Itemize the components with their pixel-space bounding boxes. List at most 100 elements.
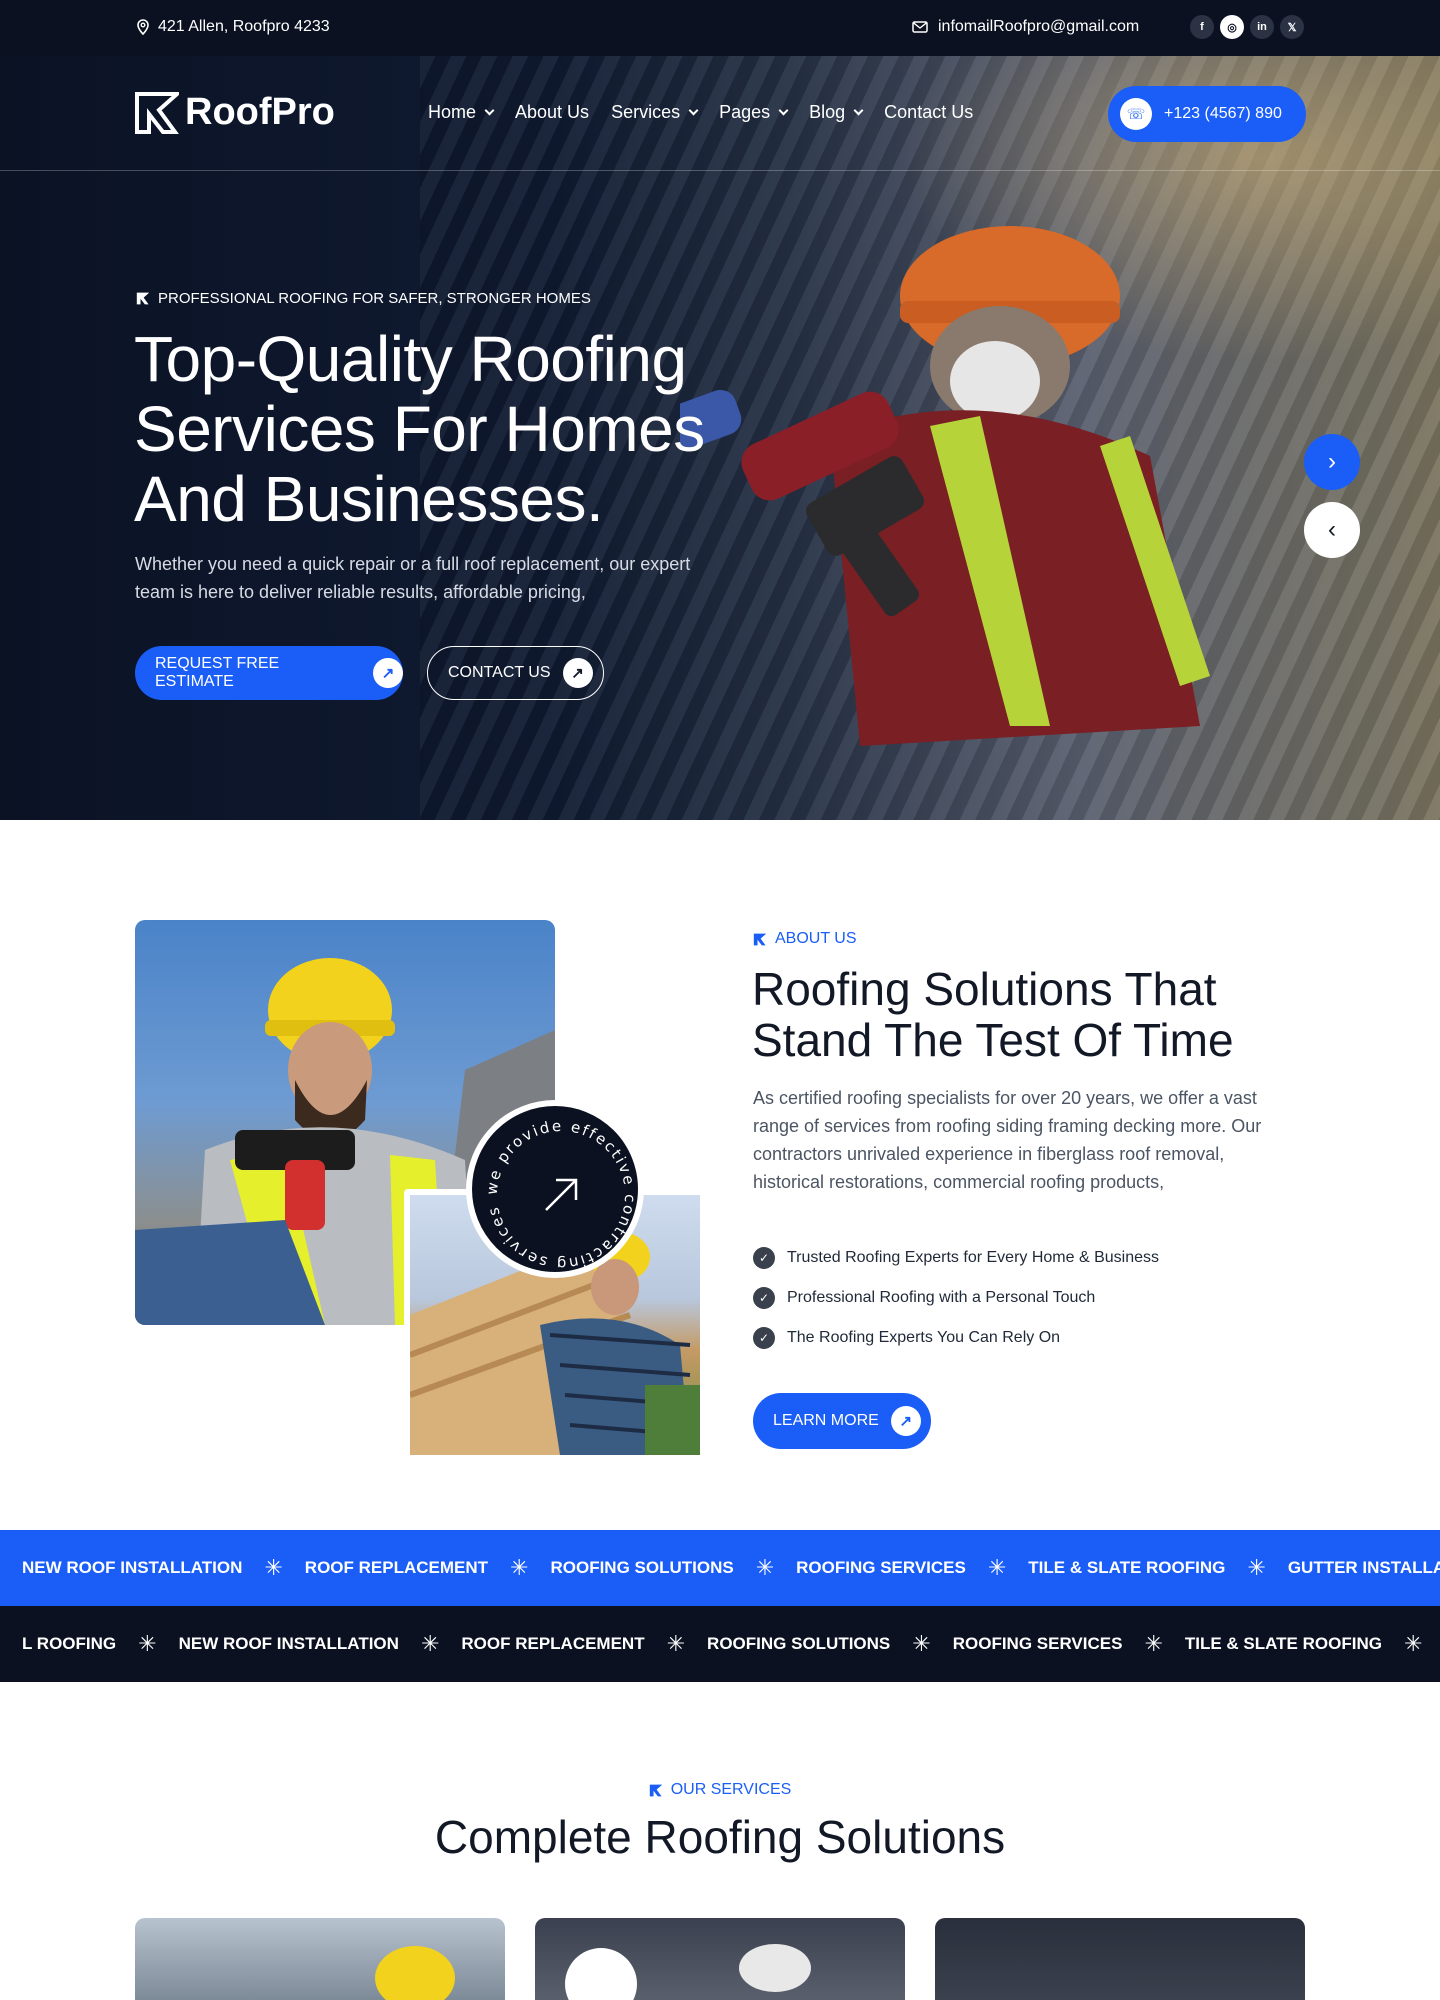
request-estimate-label: REQUEST FREE ESTIMATE — [155, 655, 280, 690]
checklist-label: Professional Roofing with a Personal Tou… — [787, 1289, 1096, 1306]
services-title: Complete Roofing Solutions — [434, 1811, 1006, 1863]
nav-menu: Home About Us Services Pages Blog Contact Us — [428, 102, 973, 123]
check-icon: ✓ — [753, 1247, 775, 1269]
service-card[interactable] — [535, 1918, 905, 2000]
nav-item-label: Services — [611, 102, 681, 122]
contact-us-label: CONTACT US — [448, 664, 551, 681]
service-image — [375, 1946, 455, 2000]
learn-more-label: LEARN MORE — [773, 1412, 879, 1429]
checklist-item: ✓ Professional Roofing with a Personal To… — [753, 1287, 1159, 1309]
main-nav: RoofPro Home About Us Services Pages Blog Con… — [0, 56, 1440, 171]
marquee-row-2: L ROOFING ✳ NEW ROOF INSTALLATION ✳ ROOF REP… — [0, 1606, 1440, 1682]
service-image — [739, 1944, 811, 1992]
address: 421 Allen, Roofpro 4233 — [136, 18, 330, 36]
nav-item-pages[interactable]: Pages — [719, 102, 789, 123]
nav-item-label: Pages — [719, 102, 771, 122]
nav-item-services[interactable]: Services — [611, 102, 699, 123]
asterisk-icon: ✳ — [987, 1555, 1007, 1580]
nav-item-about-us[interactable]: About Us — [515, 102, 589, 123]
asterisk-icon: ✳ — [420, 1631, 440, 1656]
logo-mark-icon — [753, 933, 767, 945]
phone-icon: ☏ — [1120, 98, 1152, 130]
nav-item-label: Contact Us — [884, 102, 974, 122]
top-bar: 421 Allen, Roofpro 4233 infomailRoofpro@… — [0, 0, 1440, 56]
nav-item-label: About Us — [515, 102, 590, 122]
worker-image — [680, 226, 1210, 746]
contact-us-button[interactable]: CONTACT US ↗ — [427, 646, 604, 700]
about-kicker-text: ABOUT US — [775, 930, 857, 947]
nav-item-contact-us[interactable]: Contact Us — [884, 102, 973, 123]
hero-section: RoofPro Home About Us Services Pages Blog Con… — [0, 56, 1440, 820]
marquee-row-1: NEW ROOF INSTALLATION ✳ ROOF REPLACEMENT ✳ R… — [0, 1530, 1440, 1606]
marquee-item: ROOFING SERVICES — [952, 1634, 1123, 1653]
asterisk-icon: ✳ — [912, 1631, 931, 1656]
logo-text: RoofPro — [185, 91, 335, 133]
facebook-icon[interactable]: f — [1190, 15, 1214, 39]
marquee-item: GUTTER INSTALLATION — [1287, 1558, 1440, 1577]
x-icon[interactable]: 𝕏 — [1280, 15, 1304, 39]
email-text[interactable]: infomailRoofpro@gmail.com — [938, 18, 1139, 36]
service-card[interactable] — [135, 1918, 505, 2000]
marquee-item: TILE & SLATE ROOFING — [1184, 1634, 1382, 1653]
email[interactable]: infomailRoofpro@gmail.com — [912, 18, 1139, 36]
chevron-right-icon: › — [1328, 448, 1336, 475]
chevron-down-icon — [778, 105, 789, 115]
marquee-item: ROOF REPLACEMENT — [304, 1558, 489, 1577]
hero-subtitle: Whether you need a quick repair or a ful… — [135, 554, 691, 602]
arrow-up-right-icon: ↗ — [890, 1406, 921, 1436]
mail-icon — [912, 21, 928, 33]
about-kicker: ABOUT US — [753, 930, 857, 948]
logo[interactable]: RoofPro — [135, 91, 335, 134]
asterisk-icon: ✳ — [264, 1555, 283, 1580]
slider-next-button[interactable]: › — [1304, 434, 1360, 490]
address-text: 421 Allen, Roofpro 4233 — [158, 18, 330, 35]
logo-mark-icon — [649, 1784, 662, 1796]
arrow-up-right-icon: ↗ — [373, 658, 403, 688]
linkedin-icon[interactable]: in — [1250, 15, 1274, 39]
nav-item-label: Home — [428, 102, 477, 122]
checklist-label: Trusted Roofing Experts for Every Home &… — [787, 1249, 1159, 1266]
chevron-down-icon — [688, 105, 699, 115]
location-pin-icon — [137, 19, 149, 35]
marquee-item: ROOFING SOLUTIONS — [707, 1634, 891, 1653]
hero-kicker-text: PROFESSIONAL ROOFING FOR SAFER, STRONGER… — [158, 290, 591, 307]
asterisk-icon: ✳ — [1144, 1631, 1163, 1656]
asterisk-icon: ✳ — [510, 1555, 529, 1580]
nav-item-home[interactable]: Home — [428, 102, 495, 123]
check-icon: ✓ — [753, 1327, 775, 1349]
chevron-down-icon — [484, 105, 495, 115]
checklist-item: ✓ The Roofing Experts You Can Rely On — [753, 1327, 1159, 1349]
marquee-item: ROOFING SOLUTIONS — [550, 1558, 734, 1577]
slider-prev-button[interactable]: ‹ — [1304, 502, 1360, 558]
request-estimate-button[interactable]: REQUEST FREE ESTIMATE ↗ — [135, 646, 403, 700]
about-checklist: ✓ Trusted Roofing Experts for Every Home … — [753, 1247, 1159, 1349]
service-card[interactable] — [935, 1918, 1305, 2000]
marquee-item: ROOFING SERVICES — [796, 1558, 966, 1577]
svg-text:we provide effective contracti: we provide effective contracting service… — [472, 1106, 639, 1273]
logo-mark-icon — [136, 292, 150, 305]
marquee-item: NEW ROOF INSTALLATION — [178, 1634, 399, 1653]
arrow-up-right-icon — [545, 1178, 578, 1211]
asterisk-icon: ✳ — [666, 1631, 686, 1656]
rotating-text-badge: we provide effective contracting service… — [464, 1092, 639, 1273]
services-kicker-text: OUR SERVICES — [670, 1781, 792, 1798]
nav-item-blog[interactable]: Blog — [809, 102, 864, 123]
chevron-down-icon — [853, 105, 864, 115]
marquee-item: NEW ROOF INSTALLATION — [22, 1558, 243, 1577]
social-links: f ◎ in 𝕏 — [1190, 15, 1304, 39]
arrow-up-right-icon: ↗ — [562, 658, 593, 688]
phone-button[interactable]: ☏ +123 (4567) 890 — [1108, 86, 1306, 142]
check-icon: ✓ — [753, 1287, 775, 1309]
checklist-item: ✓ Trusted Roofing Experts for Every Home … — [753, 1247, 1159, 1269]
services-badge: we provide effective contracting service… — [464, 1092, 644, 1278]
marquee-item: L ROOFING — [22, 1634, 117, 1653]
about-title: Roofing Solutions That Stand The Test Of… — [752, 963, 1234, 1066]
marquee-item: ROOF REPLACEMENT — [461, 1634, 645, 1653]
phone-number: +123 (4567) 890 — [1164, 105, 1282, 122]
learn-more-button[interactable]: LEARN MORE ↗ — [753, 1393, 931, 1449]
instagram-icon[interactable]: ◎ — [1220, 15, 1244, 39]
roofpro-logo-icon — [135, 91, 179, 134]
badge-text: we provide effective contracting service… — [464, 1092, 638, 1273]
chevron-left-icon: ‹ — [1328, 516, 1336, 543]
asterisk-icon: ✳ — [1403, 1631, 1423, 1656]
